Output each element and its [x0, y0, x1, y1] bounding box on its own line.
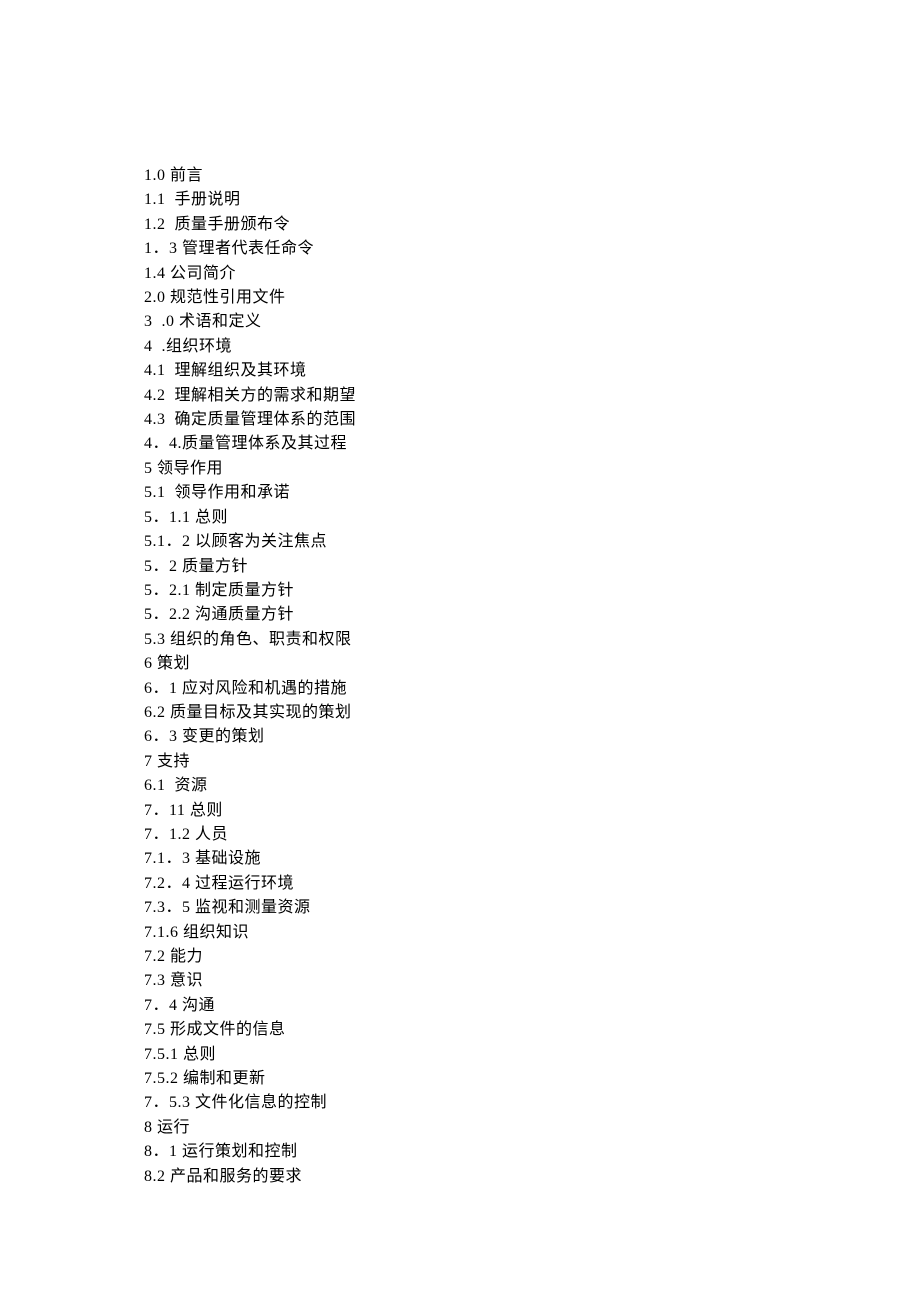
toc-line: 5．2.2 沟通质量方针 [144, 603, 920, 627]
toc-line: 5.1．2 以顾客为关注焦点 [144, 530, 920, 554]
toc-line: 8.2 产品和服务的要求 [144, 1165, 920, 1189]
toc-line: 4.3 确定质量管理体系的范围 [144, 408, 920, 432]
toc-line: 1．3 管理者代表任命令 [144, 237, 920, 261]
toc-line: 3 .0 术语和定义 [144, 310, 920, 334]
toc-line: 4 .组织环境 [144, 335, 920, 359]
toc-line: 6．1 应对风险和机遇的措施 [144, 677, 920, 701]
toc-line: 7.3 意识 [144, 969, 920, 993]
toc-line: 7．1.2 人员 [144, 823, 920, 847]
toc-line: 5.1 领导作用和承诺 [144, 481, 920, 505]
document-page: 1.0 前言 1.1 手册说明 1.2 质量手册颁布令 1．3 管理者代表任命令… [0, 0, 920, 1189]
toc-line: 7.5.1 总则 [144, 1043, 920, 1067]
toc-line: 7.5 形成文件的信息 [144, 1018, 920, 1042]
table-of-contents: 1.0 前言 1.1 手册说明 1.2 质量手册颁布令 1．3 管理者代表任命令… [144, 164, 920, 1189]
toc-line: 7.1．3 基础设施 [144, 847, 920, 871]
toc-line: 7.5.2 编制和更新 [144, 1067, 920, 1091]
toc-line: 7．4 沟通 [144, 994, 920, 1018]
toc-line: 7.1.6 组织知识 [144, 921, 920, 945]
toc-line: 1.4 公司简介 [144, 262, 920, 286]
toc-line: 2.0 规范性引用文件 [144, 286, 920, 310]
toc-line: 4.2 理解相关方的需求和期望 [144, 384, 920, 408]
toc-line: 7．5.3 文件化信息的控制 [144, 1091, 920, 1115]
toc-line: 8．1 运行策划和控制 [144, 1140, 920, 1164]
toc-line: 6.1 资源 [144, 774, 920, 798]
toc-line: 5．1.1 总则 [144, 506, 920, 530]
toc-line: 1.1 手册说明 [144, 188, 920, 212]
toc-line: 4．4.质量管理体系及其过程 [144, 432, 920, 456]
toc-line: 1.2 质量手册颁布令 [144, 213, 920, 237]
toc-line: 7.3．5 监视和测量资源 [144, 896, 920, 920]
toc-line: 5 领导作用 [144, 457, 920, 481]
toc-line: 8 运行 [144, 1116, 920, 1140]
toc-line: 4.1 理解组织及其环境 [144, 359, 920, 383]
toc-line: 7.2．4 过程运行环境 [144, 872, 920, 896]
toc-line: 6 策划 [144, 652, 920, 676]
toc-line: 5.3 组织的角色、职责和权限 [144, 628, 920, 652]
toc-line: 1.0 前言 [144, 164, 920, 188]
toc-line: 7 支持 [144, 750, 920, 774]
toc-line: 6．3 变更的策划 [144, 725, 920, 749]
toc-line: 6.2 质量目标及其实现的策划 [144, 701, 920, 725]
toc-line: 5．2 质量方针 [144, 555, 920, 579]
toc-line: 7.2 能力 [144, 945, 920, 969]
toc-line: 7．11 总则 [144, 799, 920, 823]
toc-line: 5．2.1 制定质量方针 [144, 579, 920, 603]
